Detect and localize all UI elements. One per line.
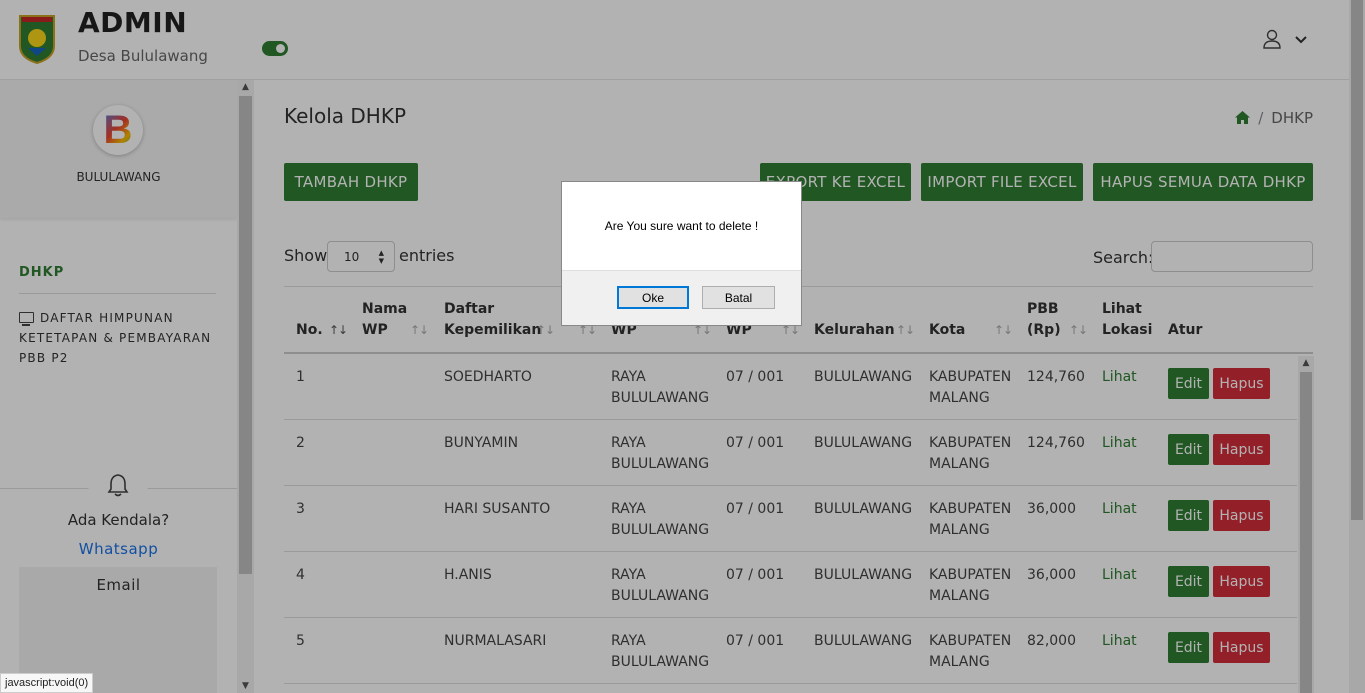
dialog-message: Are You sure want to delete ! [604,219,759,233]
cancel-button[interactable]: Batal [702,286,775,309]
status-bar-url: javascript:void(0) [0,673,94,693]
dialog-footer: Oke Batal [562,270,801,325]
modal-overlay [0,0,1365,693]
confirm-dialog: Are You sure want to delete ! Oke Batal [561,181,802,326]
ok-button[interactable]: Oke [617,286,689,309]
